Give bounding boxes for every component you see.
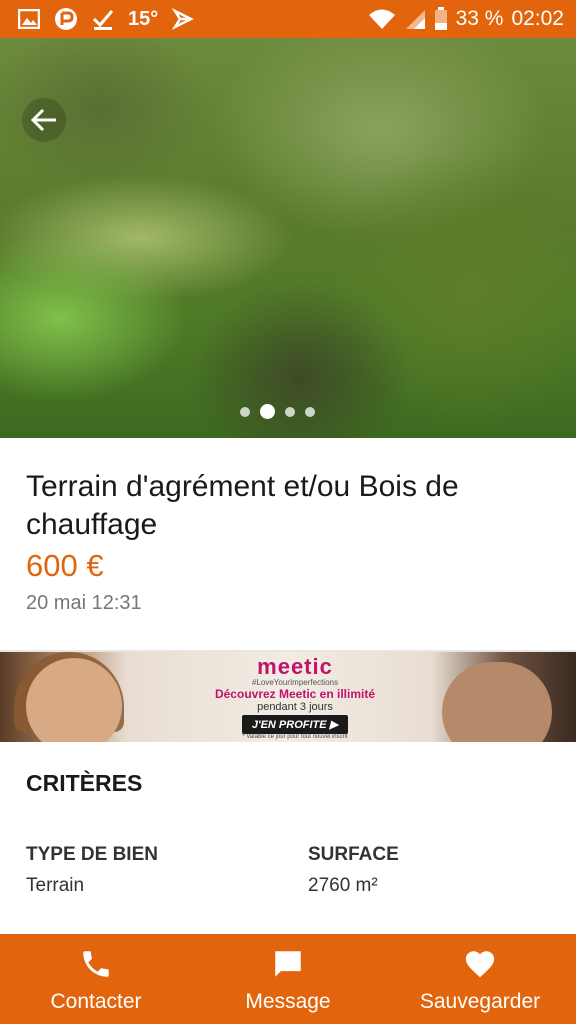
carousel-dot[interactable] — [285, 406, 295, 417]
contact-label: Contacter — [50, 990, 142, 1013]
criteria-heading: CRITÈRES — [26, 770, 143, 796]
battery-level: 33 % — [455, 7, 504, 30]
criteria-value: 2760 m² — [308, 875, 378, 896]
criteria-label: TYPE DE BIEN — [26, 844, 158, 865]
back-button[interactable] — [22, 98, 66, 142]
ad-hashtag: #LoveYourImperfections — [252, 678, 338, 687]
ad-brand-logo: meetic — [257, 654, 333, 679]
bottom-action-bar: Contacter Message Sauvegarder — [0, 934, 576, 1024]
criteria-label: SURFACE — [308, 844, 399, 865]
criteria-item-type: TYPE DE BIEN Terrain — [26, 844, 158, 897]
carousel-indicator — [240, 404, 315, 419]
phone-icon — [83, 951, 109, 977]
temperature: 15° — [128, 7, 159, 30]
ad-banner[interactable]: meetic #LoveYourImperfections Découvrez … — [0, 652, 576, 742]
gallery-icon — [18, 9, 40, 29]
ad-fine-print: * Valable ce jour pour tout nouvel inscr… — [242, 734, 348, 740]
heart-icon — [465, 951, 495, 978]
carousel-dot[interactable] — [240, 406, 250, 417]
chat-bubble-icon — [275, 951, 301, 977]
signal-icon — [405, 10, 425, 29]
notification-icon — [172, 8, 195, 30]
contact-button[interactable]: Contacter — [0, 934, 192, 1024]
arrow-left-icon — [30, 108, 56, 132]
message-button[interactable]: Message — [192, 934, 384, 1024]
save-label: Sauvegarder — [419, 990, 541, 1013]
message-label: Message — [245, 990, 331, 1013]
ad-cta-button[interactable]: J'EN PROFITE ▶ — [241, 715, 349, 734]
carousel-dot[interactable] — [305, 406, 315, 417]
carousel-dot-active[interactable] — [260, 404, 275, 419]
listing-price: 600 € — [26, 548, 104, 583]
status-bar: 15° 33 % 02:02 — [0, 0, 576, 38]
battery-icon — [434, 7, 447, 30]
clock: 02:02 — [511, 7, 564, 30]
app-logo-icon — [55, 8, 77, 30]
ad-headline: Découvrez Meetic en illimité — [214, 687, 376, 701]
ad-subtitle: pendant 3 jours — [257, 701, 333, 713]
save-button[interactable]: Sauvegarder — [384, 934, 576, 1024]
listing-photo[interactable]: coin — [0, 38, 576, 438]
listing-date: 20 mai 12:31 — [26, 592, 142, 614]
wifi-icon — [368, 9, 395, 29]
criteria-value: Terrain — [26, 875, 85, 896]
criteria-item-surface: SURFACE 2760 m² — [308, 844, 399, 897]
check-icon — [92, 10, 114, 30]
ad-person-right — [442, 662, 552, 742]
listing-title: Terrain d'agrément et/ou Bois de chauffa… — [26, 470, 459, 541]
